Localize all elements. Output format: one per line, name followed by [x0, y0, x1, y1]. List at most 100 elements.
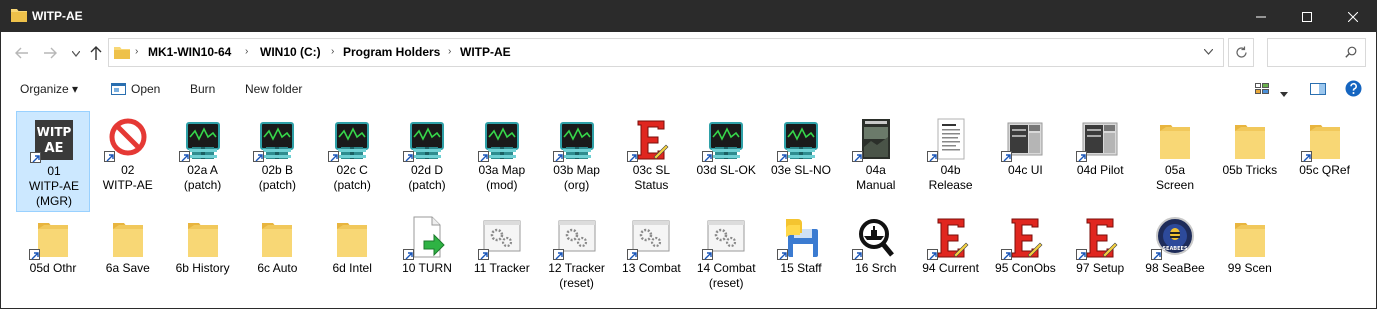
shortcut-arrow-icon	[777, 249, 788, 260]
file-item-label: 02d D (patch)	[408, 163, 446, 192]
command-bar: Organize ▾ Open Burn New folder	[1, 72, 1376, 105]
folder-icon	[109, 215, 147, 261]
new-folder-button[interactable]: New folder	[245, 82, 302, 96]
organize-menu[interactable]: Organize ▾	[20, 82, 78, 96]
search-box[interactable]	[1267, 38, 1366, 67]
file-item[interactable]: 02 WITP-AE	[91, 111, 165, 197]
help-button[interactable]	[1345, 80, 1362, 100]
file-item[interactable]: 02c C (patch)	[315, 111, 389, 197]
file-item[interactable]: 03d SL-OK	[689, 111, 763, 182]
file-item-label: 03a Map (mod)	[478, 163, 526, 192]
address-history-dropdown[interactable]	[1203, 47, 1214, 57]
svg-text:WITP: WITP	[37, 125, 72, 139]
file-item[interactable]: 10 TURN	[390, 209, 464, 280]
file-item-label: 03c SL Status	[632, 163, 671, 192]
file-item[interactable]: 03c SL Status	[614, 111, 688, 197]
folder-icon	[258, 215, 296, 261]
file-item[interactable]: 02b B (patch)	[240, 111, 314, 197]
file-item[interactable]: 11 Tracker	[465, 209, 539, 280]
burn-button[interactable]: Burn	[190, 82, 215, 96]
file-item[interactable]: 99 Scen	[1213, 209, 1287, 280]
change-view-button[interactable]	[1255, 83, 1269, 98]
file-item-label: 16 Srch	[855, 261, 897, 275]
file-item-label: 05a Screen	[1155, 163, 1195, 192]
file-item[interactable]: 05a Screen	[1138, 111, 1212, 197]
window-title: WITP-AE	[32, 9, 83, 23]
file-item[interactable]: 03e SL-NO	[764, 111, 838, 182]
forward-button[interactable]	[41, 44, 59, 62]
shortcut-arrow-icon	[1001, 151, 1013, 162]
shortcut-arrow-icon	[403, 151, 414, 162]
breadcrumb-separator: ›	[245, 46, 249, 57]
file-item-label: 02 WITP-AE	[102, 163, 153, 192]
svg-text:AE: AE	[45, 141, 64, 156]
breadcrumb-current-folder[interactable]: WITP-AE	[460, 45, 511, 59]
file-item[interactable]: 04d Pilot	[1063, 111, 1137, 182]
shortcut-arrow-icon	[926, 151, 938, 162]
breadcrumb-program-holders[interactable]: Program Holders	[343, 45, 440, 59]
file-item[interactable]: 03a Map (mod)	[465, 111, 539, 197]
file-item-label: 12 Tracker (reset)	[548, 261, 605, 290]
file-item-label: 04a Manual	[856, 163, 896, 192]
up-button[interactable]	[87, 44, 105, 62]
file-item-label: 94 Current	[922, 261, 979, 275]
file-item[interactable]: 04b Release	[914, 111, 988, 197]
shortcut-arrow-icon	[29, 249, 40, 260]
file-item[interactable]: 6d Intel	[315, 209, 389, 280]
file-item[interactable]: 04c UI	[988, 111, 1062, 182]
title-bar[interactable]: WITP-AE	[1, 1, 1376, 32]
close-button[interactable]	[1330, 1, 1376, 32]
file-item-label: 6b History	[175, 261, 230, 275]
file-item[interactable]: SEABEES 98 SeaBee	[1138, 209, 1212, 280]
file-item[interactable]: 03b Map (org)	[540, 111, 614, 197]
file-item-label: 6a Save	[105, 261, 150, 275]
shortcut-arrow-icon	[1076, 151, 1088, 162]
shortcut-arrow-icon	[702, 249, 714, 260]
shortcut-arrow-icon	[702, 151, 714, 162]
file-item[interactable]: 16 Srch	[839, 209, 913, 280]
file-item[interactable]: 05d Othr	[16, 209, 90, 280]
shortcut-arrow-icon	[1151, 249, 1162, 260]
file-item[interactable]: 05b Tricks	[1213, 111, 1287, 182]
maximize-button[interactable]	[1284, 1, 1330, 32]
file-item[interactable]: 05c QRef	[1288, 111, 1362, 182]
refresh-button[interactable]	[1228, 38, 1254, 67]
file-item[interactable]: 13 Combat	[614, 209, 688, 280]
open-button[interactable]: Open	[131, 82, 160, 96]
file-item-label: 95 ConObs	[995, 261, 1056, 275]
file-item[interactable]: 6a Save	[91, 209, 165, 280]
breadcrumb-drive[interactable]: WIN10 (C:)	[260, 45, 321, 59]
file-item[interactable]: 02a A (patch)	[166, 111, 240, 197]
file-item-label: 01 WITP-AE (MGR)	[29, 164, 79, 208]
file-item[interactable]: 14 Combat (reset)	[689, 209, 763, 295]
close-icon	[1348, 11, 1358, 22]
file-item-label: 05d Othr	[29, 261, 77, 275]
file-item[interactable]: 12 Tracker (reset)	[540, 209, 614, 295]
file-view[interactable]: WITP AE 01 WITP-AE (MGR) 02 WITP-AE 02a A (patch…	[1, 105, 1376, 308]
breadcrumb-computer[interactable]: MK1-WIN10-64	[148, 45, 231, 59]
file-item[interactable]: 94 Current	[914, 209, 988, 280]
address-bar[interactable]: › MK1-WIN10-64 › WIN10 (C:) › Program Ho…	[108, 38, 1224, 67]
preview-pane-button[interactable]	[1310, 83, 1326, 98]
file-item[interactable]: 02d D (patch)	[390, 111, 464, 197]
file-item[interactable]: 6b History	[166, 209, 240, 280]
file-item[interactable]: WITP AE 01 WITP-AE (MGR)	[16, 111, 90, 212]
file-item[interactable]: 04a Manual	[839, 111, 913, 197]
file-item-label: 99 Scen	[1227, 261, 1272, 275]
shortcut-arrow-icon	[1300, 151, 1312, 162]
file-item[interactable]: 15 Staff	[764, 209, 838, 280]
folder-icon	[1231, 215, 1269, 261]
file-item-label: 6d Intel	[332, 261, 372, 275]
back-button[interactable]	[13, 44, 31, 62]
file-item-label: 02a A (patch)	[183, 163, 222, 192]
file-item[interactable]: 6c Auto	[240, 209, 314, 280]
minimize-button[interactable]	[1238, 1, 1284, 32]
view-options-dropdown[interactable]	[1280, 86, 1288, 100]
breadcrumb-separator: ›	[448, 46, 452, 57]
file-item[interactable]: 95 ConObs	[988, 209, 1062, 280]
recent-locations-button[interactable]	[67, 45, 85, 63]
file-item-label: 05c QRef	[1299, 163, 1350, 177]
shortcut-arrow-icon	[627, 151, 639, 162]
file-item[interactable]: 97 Setup	[1063, 209, 1137, 280]
shortcut-arrow-icon	[851, 249, 863, 260]
